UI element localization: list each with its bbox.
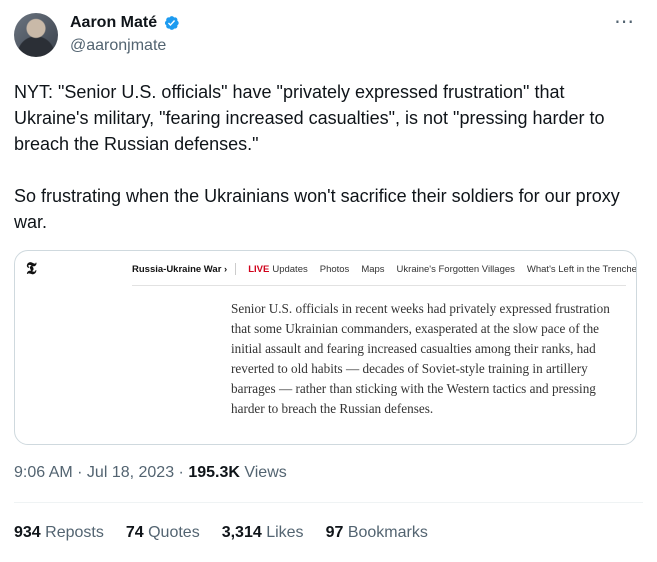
author-name-row: Aaron Maté	[70, 14, 180, 32]
reposts-stat[interactable]: 934 Reposts	[14, 524, 104, 542]
nyt-nav-villages: Ukraine's Forgotten Villages	[396, 263, 515, 275]
nyt-live-badge: LIVE	[248, 263, 270, 275]
engagement-stats: 934 Reposts 74 Quotes 3,314 Likes 97 Boo…	[14, 524, 428, 542]
likes-stat[interactable]: 3,314 Likes	[222, 524, 304, 542]
quotes-label: Quotes	[148, 524, 200, 541]
tweet-timestamp[interactable]: 9:06 AM · Jul 18, 2023 ·	[14, 464, 188, 481]
nyt-header-rule	[132, 285, 626, 286]
bookmarks-count: 97	[325, 524, 344, 541]
quotes-stat[interactable]: 74 Quotes	[126, 524, 200, 542]
divider	[14, 502, 643, 503]
nyt-nav: Russia-Ukraine War › LIVE Updates Photos…	[132, 263, 637, 275]
image-card[interactable]: 𝕿 Russia-Ukraine War › LIVE Updates Phot…	[14, 250, 637, 445]
views-label: Views	[239, 464, 287, 481]
views-count: 195.3K	[188, 464, 240, 481]
verified-badge-icon	[162, 14, 180, 32]
nyt-nav-photos: Photos	[319, 263, 350, 275]
author-display-name[interactable]: Aaron Maté	[70, 14, 157, 32]
nyt-section-label: Russia-Ukraine War ›	[132, 263, 228, 275]
more-options-icon[interactable]: ⋯	[614, 12, 635, 32]
article-excerpt: Senior U.S. officials in recent weeks ha…	[231, 301, 610, 416]
author-handle[interactable]: @aaronjmate	[70, 37, 166, 55]
nyt-logo-icon: 𝕿	[26, 259, 37, 279]
reposts-count: 934	[14, 524, 41, 541]
bookmarks-stat[interactable]: 97 Bookmarks	[326, 524, 428, 542]
quotes-count: 74	[125, 524, 144, 541]
bookmarks-label: Bookmarks	[347, 524, 428, 541]
likes-count: 3,314	[221, 524, 262, 541]
likes-label: Likes	[266, 524, 304, 541]
nyt-nav-trenches: What's Left in the Trenches	[526, 263, 637, 275]
nyt-nav-maps: Maps	[361, 263, 385, 275]
reposts-label: Reposts	[45, 524, 104, 541]
tweet-text: NYT: "Senior U.S. officials" have "priva…	[14, 82, 620, 232]
tweet-meta: 9:06 AM · Jul 18, 2023 · 195.3K Views	[14, 464, 287, 482]
nyt-header-bar: 𝕿 Russia-Ukraine War › LIVE Updates Phot…	[15, 251, 636, 287]
nyt-nav-updates: Updates	[272, 263, 308, 275]
avatar[interactable]	[14, 13, 58, 57]
nav-separator	[235, 263, 237, 275]
